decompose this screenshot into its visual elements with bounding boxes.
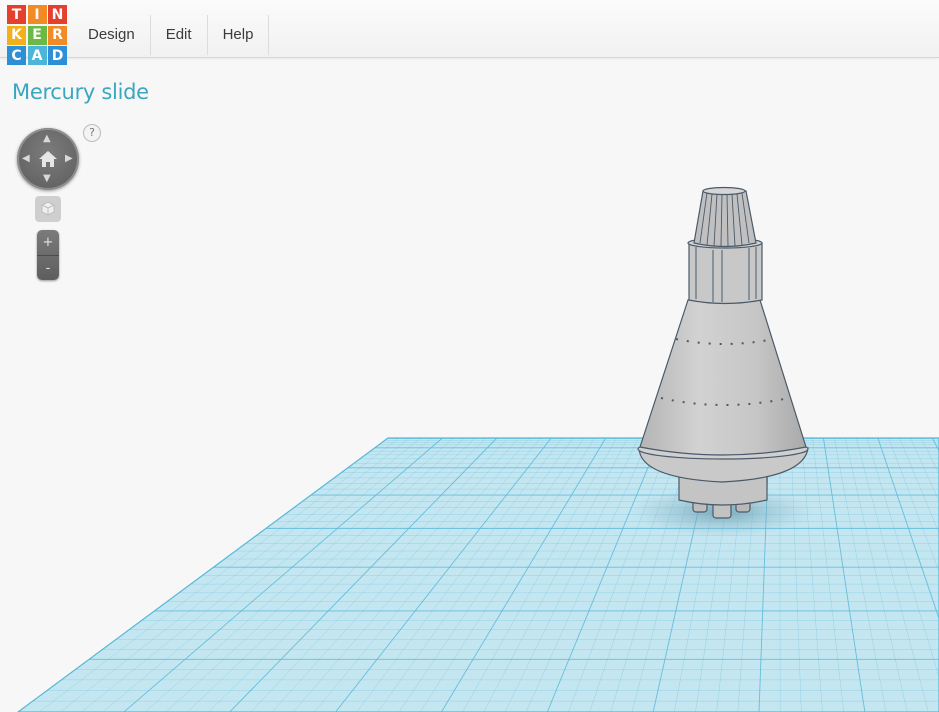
logo-letter: R [48, 25, 67, 45]
menu-help[interactable]: Help [208, 15, 270, 55]
mercury-capsule-model[interactable] [637, 186, 809, 519]
logo-letter: E [27, 25, 47, 45]
zoom-in-button[interactable]: + [37, 230, 59, 255]
help-button[interactable]: ? [83, 124, 101, 142]
menu-design[interactable]: Design [73, 15, 151, 55]
zoom-control: + - [37, 230, 59, 280]
top-bar: T I N K E R C A D Design Edit Help [0, 0, 939, 65]
logo-letter: N [48, 5, 67, 24]
arrow-left-icon[interactable]: ◀ [22, 154, 30, 164]
menu-edit[interactable]: Edit [151, 15, 208, 55]
logo-letter: A [27, 46, 47, 65]
logo-letter: D [48, 46, 67, 65]
orbit-control[interactable]: ▲ ▼ ◀ ▶ [17, 128, 79, 190]
zoom-out-button[interactable]: - [37, 256, 59, 281]
workplane-grid[interactable] [18, 438, 939, 712]
logo-letter: K [7, 25, 26, 45]
design-title[interactable]: Mercury slide [12, 80, 149, 104]
home-view-icon[interactable] [38, 150, 58, 168]
main-menu: Design Edit Help [73, 15, 270, 57]
logo-letter: T [7, 5, 26, 24]
tinkercad-logo[interactable]: T I N K E R C A D [7, 5, 67, 65]
cube-icon [41, 201, 55, 216]
arrow-right-icon[interactable]: ▶ [65, 154, 73, 164]
view-cube-button[interactable] [35, 196, 61, 222]
arrow-down-icon[interactable]: ▼ [43, 174, 51, 184]
arrow-up-icon[interactable]: ▲ [43, 134, 51, 144]
logo-letter: C [7, 46, 26, 65]
workplane-viewport[interactable] [0, 0, 939, 712]
logo-letter: I [27, 5, 47, 24]
